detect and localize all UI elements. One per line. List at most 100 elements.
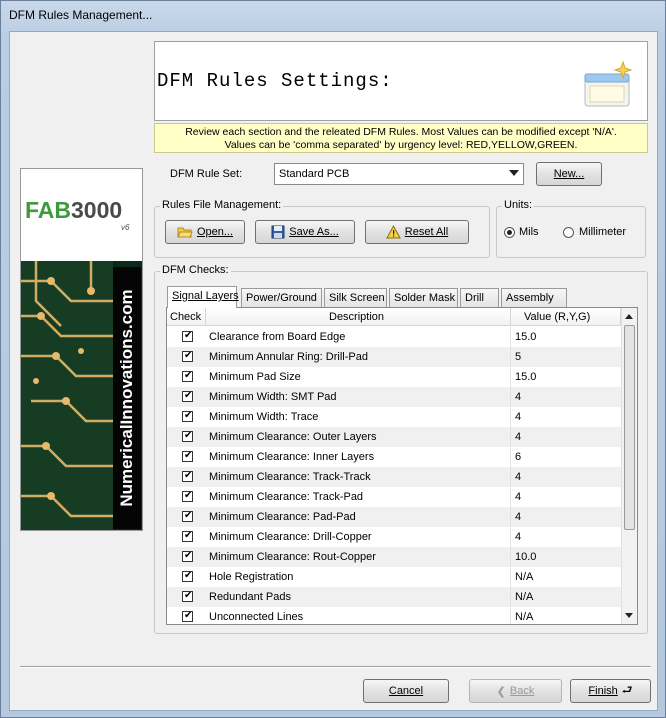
check-value[interactable]: 4 — [515, 511, 521, 523]
check-description: Minimum Clearance: Drill-Copper — [209, 531, 372, 543]
dfm-checks-table: Check Description Value (R,Y,G) Clearanc… — [166, 307, 638, 625]
check-checkbox[interactable] — [182, 449, 193, 463]
tab-signal-layers[interactable]: Signal Layers — [167, 286, 239, 308]
new-button-label: New... — [553, 168, 585, 180]
table-row[interactable]: Unconnected Lines N/A — [167, 607, 621, 624]
units-millimeter-radio[interactable] — [563, 227, 574, 238]
tab-power-ground[interactable]: Power/Ground — [241, 288, 322, 307]
logo-version: v6 — [121, 223, 130, 232]
new-rule-set-button[interactable]: New... — [536, 162, 602, 186]
check-checkbox[interactable] — [182, 489, 193, 503]
tab-silk-screen[interactable]: Silk Screen — [324, 288, 387, 307]
dfm-rules-window: DFM Rules Management... DFM Rules Settin… — [0, 0, 666, 718]
floppy-disk-icon — [271, 225, 285, 239]
table-row[interactable]: Minimum Width: Trace 4 — [167, 407, 621, 427]
check-value[interactable]: 10.0 — [515, 551, 536, 563]
check-checkbox[interactable] — [182, 469, 193, 483]
table-row[interactable]: Minimum Clearance: Pad-Pad 4 — [167, 507, 621, 527]
check-description: Minimum Pad Size — [209, 371, 301, 383]
check-value[interactable]: 6 — [515, 451, 521, 463]
check-description: Minimum Clearance: Inner Layers — [209, 451, 375, 463]
tab-assembly[interactable]: Assembly — [501, 288, 567, 307]
check-value[interactable]: 4 — [515, 531, 521, 543]
table-row[interactable]: Minimum Annular Ring: Drill-Pad 5 — [167, 347, 621, 367]
check-value[interactable]: N/A — [515, 571, 533, 583]
window-title: DFM Rules Management... — [9, 8, 153, 22]
check-value[interactable]: 4 — [515, 491, 521, 503]
column-divider — [510, 527, 511, 547]
rule-set-dropdown[interactable]: Standard PCB — [274, 163, 524, 185]
check-checkbox[interactable] — [182, 409, 193, 423]
table-row[interactable]: Minimum Clearance: Track-Track 4 — [167, 467, 621, 487]
check-value[interactable]: 5 — [515, 351, 521, 363]
check-value[interactable]: N/A — [515, 591, 533, 603]
tab-solder-mask[interactable]: Solder Mask — [389, 288, 458, 307]
table-row[interactable]: Minimum Pad Size 15.0 — [167, 367, 621, 387]
check-description: Minimum Width: Trace — [209, 411, 319, 423]
reset-all-button[interactable]: Reset All — [365, 220, 469, 244]
check-value[interactable]: 15.0 — [515, 371, 536, 383]
header-divider — [510, 308, 511, 326]
column-divider — [510, 507, 511, 527]
wizard-window-icon — [584, 60, 633, 107]
check-value[interactable]: 4 — [515, 431, 521, 443]
check-value[interactable]: 4 — [515, 471, 521, 483]
units-title: Units: — [502, 199, 535, 211]
save-as-button[interactable]: Save As... — [255, 220, 355, 244]
scroll-up-icon[interactable] — [625, 314, 633, 319]
chevron-down-icon — [509, 170, 519, 176]
table-row[interactable]: Minimum Clearance: Drill-Copper 4 — [167, 527, 621, 547]
table-row[interactable]: Minimum Clearance: Inner Layers 6 — [167, 447, 621, 467]
check-description: Minimum Clearance: Track-Track — [209, 471, 371, 483]
table-row[interactable]: Clearance from Board Edge 15.0 — [167, 327, 621, 347]
tab-signal-layers-label: Signal Layers — [172, 290, 239, 302]
check-checkbox[interactable] — [182, 369, 193, 383]
table-scrollbar[interactable] — [621, 308, 637, 624]
check-checkbox[interactable] — [182, 389, 193, 403]
vertical-brand-strip: NumericalInnovations.com — [113, 267, 141, 529]
check-value[interactable]: N/A — [515, 611, 533, 623]
check-description: Minimum Clearance: Outer Layers — [209, 431, 377, 443]
units-millimeter-label: Millimeter — [579, 226, 627, 238]
column-value: Value (R,Y,G) — [524, 311, 591, 323]
finish-button[interactable]: Finish ⮐ — [570, 679, 651, 703]
check-checkbox[interactable] — [182, 329, 193, 343]
table-row[interactable]: Minimum Clearance: Rout-Copper 10.0 — [167, 547, 621, 567]
check-checkbox[interactable] — [182, 529, 193, 543]
footer-separator — [20, 666, 651, 668]
column-divider — [510, 447, 511, 467]
table-row[interactable]: Hole Registration N/A — [167, 567, 621, 587]
scroll-down-icon[interactable] — [625, 613, 633, 618]
open-button[interactable]: Open... — [165, 220, 245, 244]
table-row[interactable]: Redundant Pads N/A — [167, 587, 621, 607]
column-divider — [510, 487, 511, 507]
rule-set-label: DFM Rule Set: — [170, 168, 243, 180]
circuit-board-art — [21, 261, 113, 530]
table-row[interactable]: Minimum Width: SMT Pad 4 — [167, 387, 621, 407]
scrollbar-thumb[interactable] — [624, 325, 635, 530]
table-row[interactable]: Minimum Clearance: Outer Layers 4 — [167, 427, 621, 447]
column-divider — [510, 367, 511, 387]
check-checkbox[interactable] — [182, 609, 193, 623]
back-button[interactable]: ❮ Back — [469, 679, 562, 703]
tab-power-ground-label: Power/Ground — [246, 292, 317, 304]
check-checkbox[interactable] — [182, 349, 193, 363]
units-mils-radio[interactable] — [504, 227, 515, 238]
check-description: Hole Registration — [209, 571, 294, 583]
check-checkbox[interactable] — [182, 569, 193, 583]
units-mils-label: Mils — [519, 226, 539, 238]
check-value[interactable]: 15.0 — [515, 331, 536, 343]
tab-drill[interactable]: Drill — [460, 288, 499, 307]
open-label: Open... — [196, 226, 234, 238]
check-checkbox[interactable] — [182, 509, 193, 523]
column-divider — [510, 427, 511, 447]
back-label: Back — [509, 685, 535, 697]
column-divider — [510, 547, 511, 567]
table-row[interactable]: Minimum Clearance: Track-Pad 4 — [167, 487, 621, 507]
check-checkbox[interactable] — [182, 589, 193, 603]
check-value[interactable]: 4 — [515, 391, 521, 403]
cancel-button[interactable]: Cancel — [363, 679, 449, 703]
check-checkbox[interactable] — [182, 429, 193, 443]
check-value[interactable]: 4 — [515, 411, 521, 423]
check-checkbox[interactable] — [182, 549, 193, 563]
